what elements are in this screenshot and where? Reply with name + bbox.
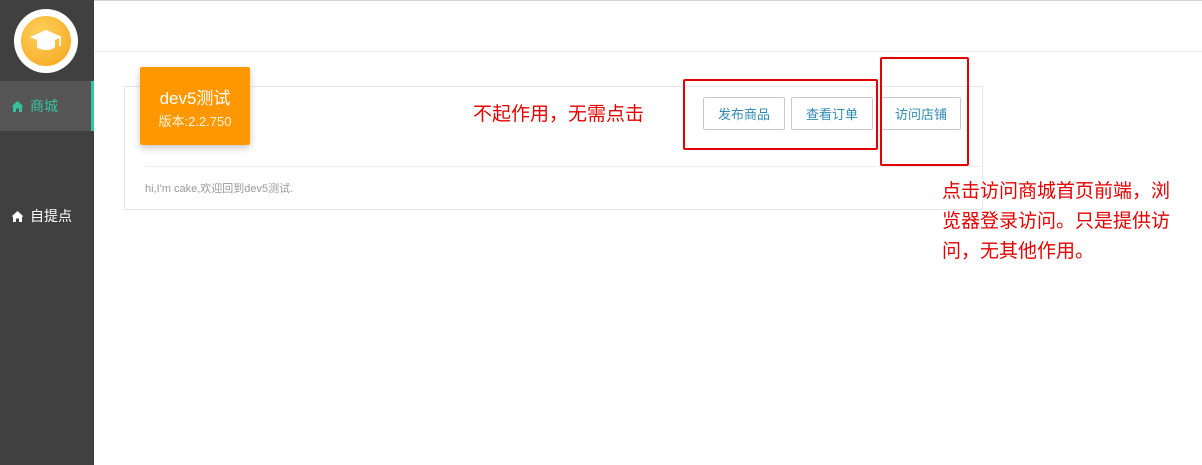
annotation-note-left: 不起作用，无需点击 bbox=[473, 103, 645, 125]
sidebar: 商城 自提点 bbox=[0, 0, 94, 465]
sidebar-item-mall[interactable]: 商城 bbox=[0, 81, 94, 131]
store-version: 版本:2.2.750 bbox=[158, 114, 232, 129]
annotation-note-line: 问，无其他作用。 bbox=[942, 240, 1095, 262]
divider bbox=[145, 166, 981, 167]
annotation-note-right: 点击访问商城首页前端，浏 览器登录访问。只是提供访 问，无其他作用。 bbox=[942, 176, 1200, 266]
annotation-box-left bbox=[683, 79, 878, 150]
logo bbox=[14, 9, 78, 73]
graduation-cap-icon bbox=[21, 16, 71, 66]
annotation-note-line: 点击访问商城首页前端，浏 bbox=[942, 180, 1171, 202]
sidebar-item-label: 自提点 bbox=[30, 209, 72, 225]
sidebar-item-label: 商城 bbox=[30, 99, 58, 115]
app-root: 商城 自提点 hi,I'm cake,欢迎回到dev5测试. dev5测试 版本… bbox=[0, 0, 1202, 465]
annotation-note-line: 览器登录访问。只是提供访 bbox=[942, 210, 1171, 232]
welcome-text: hi,I'm cake,欢迎回到dev5测试. bbox=[145, 183, 294, 195]
store-badge: dev5测试 版本:2.2.750 bbox=[140, 67, 250, 145]
annotation-box-right bbox=[880, 57, 969, 166]
store-title: dev5测试 bbox=[159, 89, 231, 108]
sidebar-item-pickup[interactable]: 自提点 bbox=[0, 191, 94, 241]
home-icon bbox=[11, 100, 24, 113]
home-icon bbox=[11, 210, 24, 223]
top-header bbox=[94, 0, 1202, 52]
